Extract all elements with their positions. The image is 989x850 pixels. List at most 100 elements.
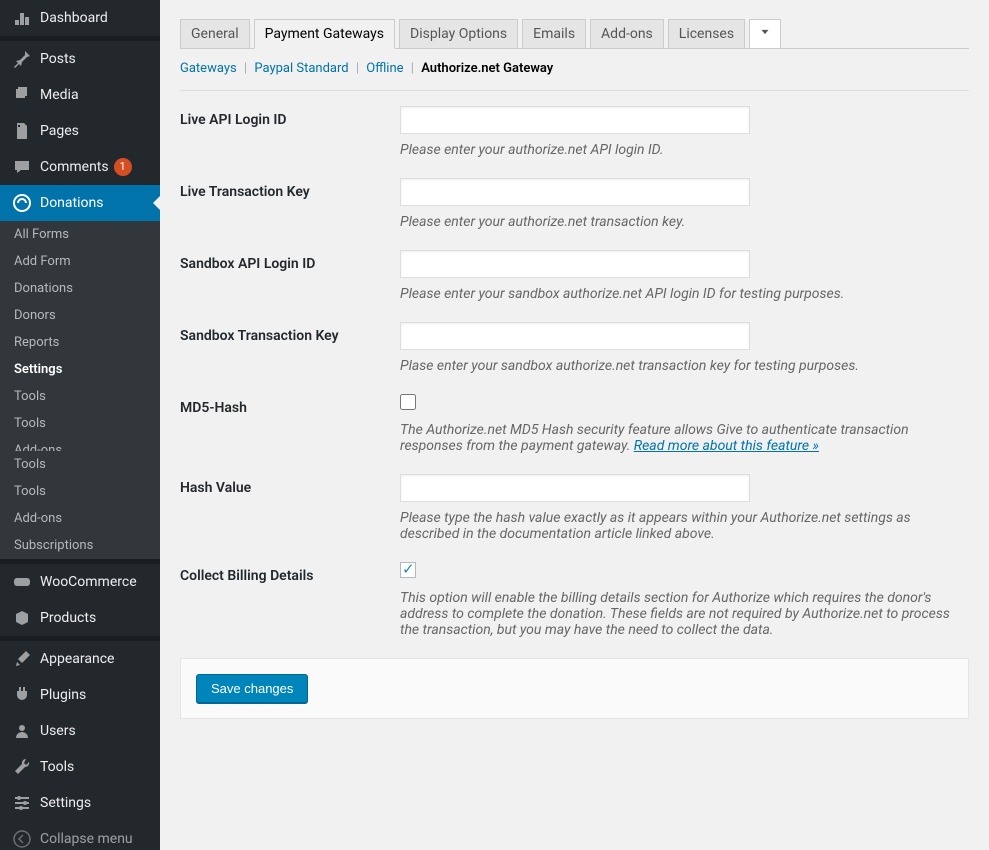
label-live-trans-key: Live Transaction Key	[180, 178, 400, 230]
sidebar-label: Posts	[40, 51, 76, 67]
tab-addons[interactable]: Add-ons	[590, 19, 664, 49]
sidebar-label: Tools	[40, 759, 74, 775]
main-content: General Payment Gateways Display Options…	[160, 0, 989, 850]
label-billing: Collect Billing Details	[180, 562, 400, 638]
submenu-donations[interactable]: Donations	[0, 275, 160, 302]
media-icon	[12, 85, 32, 105]
sliders-icon	[12, 793, 32, 813]
input-hash-value[interactable]	[400, 474, 750, 502]
sidebar-label: Users	[40, 723, 76, 739]
chevron-down-icon	[758, 25, 772, 43]
submenu-subscriptions[interactable]: Subscriptions	[0, 532, 160, 559]
input-live-api-login[interactable]	[400, 106, 750, 134]
submenu-tools[interactable]: Tools	[0, 410, 160, 437]
checkbox-billing[interactable]	[400, 562, 416, 578]
sidebar-label: Pages	[40, 123, 79, 139]
settings-form: Live API Login ID Please enter your auth…	[180, 106, 969, 638]
input-sandbox-api-login[interactable]	[400, 250, 750, 278]
subtab-paypal[interactable]: Paypal Standard	[254, 61, 348, 76]
label-sandbox-api-login: Sandbox API Login ID	[180, 250, 400, 302]
submenu-addons[interactable]: Add-ons	[0, 505, 160, 532]
sidebar-label: Donations	[40, 195, 103, 211]
submenu-donors[interactable]: Donors	[0, 302, 160, 329]
label-live-api-login: Live API Login ID	[180, 106, 400, 158]
sidebar-label: Plugins	[40, 687, 86, 703]
sidebar-pages[interactable]: Pages	[0, 113, 160, 149]
link-md5-readmore[interactable]: Read more about this feature »	[634, 438, 819, 454]
brush-icon	[12, 649, 32, 669]
submenu-tools[interactable]: Tools	[0, 383, 160, 410]
sidebar-label: Products	[40, 610, 96, 626]
sidebar-products[interactable]: Products	[0, 600, 160, 636]
sidebar-label: Comments	[40, 159, 109, 175]
sidebar-posts[interactable]: Posts	[0, 41, 160, 77]
sidebar-comments[interactable]: Comments 1	[0, 149, 160, 185]
desc-sandbox-trans-key: Plase enter your sandbox authorize.net t…	[400, 358, 960, 374]
tab-emails[interactable]: Emails	[522, 19, 586, 49]
sidebar-label: Collapse menu	[40, 831, 133, 847]
subtab-authorize: Authorize.net Gateway	[421, 61, 553, 76]
submenu-tools[interactable]: Tools	[0, 451, 160, 478]
sidebar-woocommerce[interactable]: WooCommerce	[0, 564, 160, 600]
submenu-settings[interactable]: Settings	[0, 356, 160, 383]
submenu-addons-cut[interactable]: Add-ons	[0, 437, 160, 451]
label-sandbox-trans-key: Sandbox Transaction Key	[180, 322, 400, 374]
sidebar-label: Settings	[40, 795, 91, 811]
tab-display-options[interactable]: Display Options	[399, 19, 518, 49]
sidebar-label: Dashboard	[40, 10, 108, 26]
desc-md5-hash: The Authorize.net MD5 Hash security feat…	[400, 422, 960, 454]
sidebar-users[interactable]: Users	[0, 713, 160, 749]
sidebar-label: Media	[40, 87, 79, 103]
subtab-offline[interactable]: Offline	[366, 61, 403, 76]
pages-icon	[12, 121, 32, 141]
sidebar-label: WooCommerce	[40, 574, 137, 590]
desc-billing: This option will enable the billing deta…	[400, 590, 960, 638]
active-pointer	[153, 195, 160, 211]
submenu-add-form[interactable]: Add Form	[0, 248, 160, 275]
wrench-icon	[12, 757, 32, 777]
submenu-reports[interactable]: Reports	[0, 329, 160, 356]
sidebar-donations[interactable]: Donations	[0, 185, 160, 221]
label-hash-value: Hash Value	[180, 474, 400, 542]
sidebar-appearance[interactable]: Appearance	[0, 641, 160, 677]
input-live-trans-key[interactable]	[400, 178, 750, 206]
sidebar-media[interactable]: Media	[0, 77, 160, 113]
comments-count-badge: 1	[114, 158, 132, 176]
give-icon	[12, 193, 32, 213]
submit-section: Save changes	[180, 658, 969, 719]
admin-sidebar: Dashboard Posts Media Pages Comments 1 D…	[0, 0, 160, 850]
submenu-all-forms[interactable]: All Forms	[0, 221, 160, 248]
desc-sandbox-api-login: Please enter your sandbox authorize.net …	[400, 286, 960, 302]
divider	[180, 90, 969, 91]
settings-tabs: General Payment Gateways Display Options…	[180, 10, 969, 49]
donations-submenu: All Forms Add Form Donations Donors Repo…	[0, 221, 160, 559]
sidebar-collapse[interactable]: Collapse menu	[0, 821, 160, 850]
save-button[interactable]: Save changes	[196, 674, 308, 703]
tab-payment-gateways[interactable]: Payment Gateways	[254, 19, 395, 49]
tab-general[interactable]: General	[180, 19, 250, 49]
subtab-gateways[interactable]: Gateways	[180, 61, 237, 76]
comments-icon	[12, 157, 32, 177]
sidebar-label: Appearance	[40, 651, 114, 667]
tab-overflow-dropdown[interactable]	[749, 19, 781, 49]
label-md5-hash: MD5-Hash	[180, 394, 400, 454]
pin-icon	[12, 49, 32, 69]
woo-icon	[12, 572, 32, 592]
tab-licenses[interactable]: Licenses	[668, 19, 745, 49]
desc-live-api-login: Please enter your authorize.net API logi…	[400, 142, 960, 158]
input-sandbox-trans-key[interactable]	[400, 322, 750, 350]
sidebar-tools[interactable]: Tools	[0, 749, 160, 785]
dashboard-icon	[12, 8, 32, 28]
plug-icon	[12, 685, 32, 705]
checkbox-md5-hash[interactable]	[400, 394, 416, 410]
desc-live-trans-key: Please enter your authorize.net transact…	[400, 214, 960, 230]
collapse-icon	[12, 829, 32, 849]
sidebar-plugins[interactable]: Plugins	[0, 677, 160, 713]
sidebar-settings[interactable]: Settings	[0, 785, 160, 821]
products-icon	[12, 608, 32, 628]
submenu-tools[interactable]: Tools	[0, 478, 160, 505]
gateway-subtabs: Gateways | Paypal Standard | Offline | A…	[180, 49, 969, 88]
sidebar-dashboard[interactable]: Dashboard	[0, 0, 160, 36]
users-icon	[12, 721, 32, 741]
desc-hash-value: Please type the hash value exactly as it…	[400, 510, 960, 542]
